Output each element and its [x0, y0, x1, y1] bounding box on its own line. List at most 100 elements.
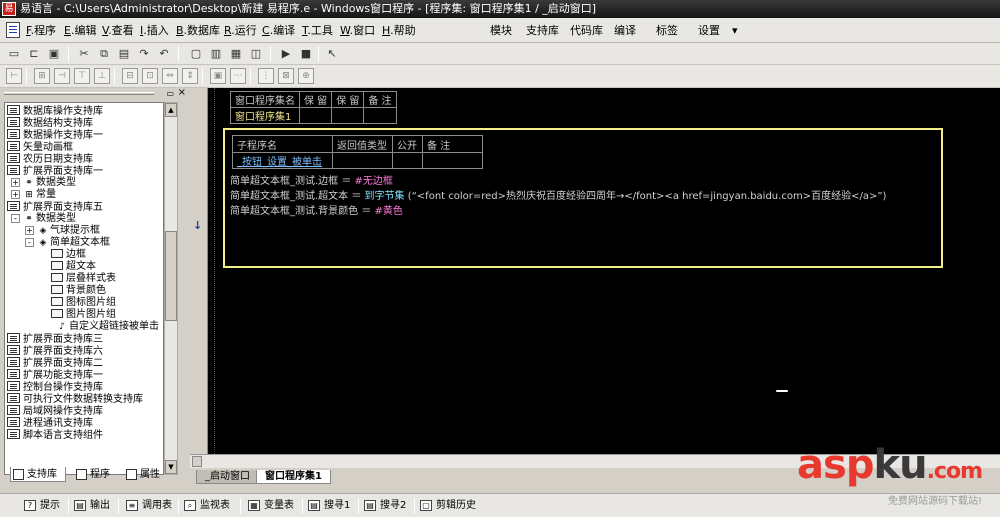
tree-item-ext-ui-6[interactable]: 扩展界面支持库六	[7, 345, 103, 357]
tree-item-event-link-click[interactable]: ♪ 自定义超链接被单击	[55, 321, 159, 333]
undo-icon[interactable]: ↶	[156, 46, 172, 62]
status-clip-history[interactable]: ▢ 剪辑历史	[420, 499, 476, 513]
panel-icon[interactable]: ▦	[228, 46, 244, 62]
cut-icon[interactable]: ✂	[76, 46, 92, 62]
align-center-icon[interactable]: ⊞	[34, 68, 50, 84]
assembly-remark-cell[interactable]	[363, 107, 397, 124]
tree-item-db-ops[interactable]: 数据库操作支持库	[7, 105, 103, 117]
sub-public-cell[interactable]	[392, 152, 423, 169]
sub-remark-cell[interactable]	[422, 152, 483, 169]
tree-item-simple-hypertext[interactable]: - ◈ 简单超文本框	[25, 237, 110, 249]
menu-program[interactable]: F.程序	[26, 23, 56, 39]
space-v-icon[interactable]: ⋮	[258, 68, 274, 84]
same-size-icon[interactable]: ▣	[210, 68, 226, 84]
status-search-1[interactable]: ▤ 搜寻1	[308, 499, 350, 513]
stop-icon[interactable]: ■	[298, 46, 314, 62]
menu-tools[interactable]: T.工具	[302, 23, 333, 39]
tree-item-script[interactable]: 脚本语言支持组件	[7, 429, 103, 441]
tab-support-lib[interactable]: 支持库	[10, 467, 66, 482]
code-line[interactable]: 简单超文本框_测试.边框 ＝ #无边框	[230, 175, 393, 188]
cursor-icon[interactable]: ↖	[324, 46, 340, 62]
menu-database[interactable]: B.数据库	[176, 23, 220, 39]
settings-dropdown-icon[interactable]: ▾	[732, 23, 738, 39]
same-width-icon[interactable]: ⇔	[162, 68, 178, 84]
tree-item-data-types-2[interactable]: - ⚭ 数据类型	[11, 213, 76, 225]
code-line[interactable]: 简单超文本框_测试.背景颜色 ＝ #黄色	[230, 205, 403, 218]
tree-item-exe-convert[interactable]: 可执行文件数据转换支持库	[7, 393, 143, 405]
status-tip[interactable]: ? 提示	[24, 499, 60, 513]
menu-compile[interactable]: C.编译	[262, 23, 295, 39]
status-search-2[interactable]: ▤ 搜寻2	[364, 499, 406, 513]
tree-item-ext-ui-1[interactable]: 扩展界面支持库一	[7, 165, 103, 177]
tree-item-data-types[interactable]: + ⚭ 数据类型	[11, 177, 76, 189]
scroll-up-icon[interactable]: ▲	[165, 103, 177, 117]
menu-window[interactable]: W.窗口	[340, 23, 375, 39]
menu-edit[interactable]: E.编辑	[64, 23, 96, 39]
tree-item-data-struct[interactable]: 数据结构支持库	[7, 117, 93, 129]
same-height-icon[interactable]: ⇕	[182, 68, 198, 84]
center-horizontal-icon[interactable]: ⊟	[122, 68, 138, 84]
tree-item-prop-image-group[interactable]: 图片图片组	[51, 309, 116, 321]
collapse-icon[interactable]: -	[25, 238, 34, 247]
pin-icon[interactable]: ▭	[166, 89, 174, 98]
window-icon[interactable]: ▢	[188, 46, 204, 62]
scroll-thumb[interactable]	[165, 231, 177, 321]
menu-support-lib[interactable]: 支持库	[526, 23, 559, 39]
tree-scrollbar[interactable]: ▲ ▼	[164, 102, 178, 475]
tree-item-ext-ui-3[interactable]: 扩展界面支持库三	[7, 333, 103, 345]
tab-properties[interactable]: 属性	[124, 467, 168, 482]
tree-item-prop-css[interactable]: 层叠样式表	[51, 273, 116, 285]
grid-icon[interactable]: ⊕	[298, 68, 314, 84]
tree-item-ext-ui-2[interactable]: 扩展界面支持库二	[7, 357, 103, 369]
tree-item-constants[interactable]: + ⊞ 常量	[11, 189, 56, 201]
menu-module[interactable]: 模块	[490, 23, 512, 39]
tab-program[interactable]: 程序	[74, 467, 118, 482]
subroutine-block[interactable]: 子程序名 返回值类型 公开 备 注 _按钮_设置_被单击 简单超文本框_测试.边…	[223, 128, 943, 268]
tree-item-prop-border[interactable]: 边框	[51, 249, 86, 261]
tree-item-lunar-date[interactable]: 农历日期支持库	[7, 153, 93, 165]
align-left-icon[interactable]: ⊢	[6, 68, 22, 84]
sub-name-cell[interactable]: _按钮_设置_被单击	[232, 152, 333, 169]
hscroll-thumb[interactable]	[192, 456, 202, 467]
status-call-table[interactable]: ≡ 调用表	[126, 499, 172, 513]
menu-tags[interactable]: 标签	[656, 23, 678, 39]
align-right-icon[interactable]: ⊣	[54, 68, 70, 84]
assembly-reserved-cell[interactable]	[331, 107, 365, 124]
tree-item-prop-icon-group[interactable]: 图标图片组	[51, 297, 116, 309]
menu-help[interactable]: H.帮助	[382, 23, 416, 39]
save-icon[interactable]: ▣	[46, 46, 62, 62]
tree-item-vector-anim[interactable]: 矢量动画框	[7, 141, 73, 153]
expand-icon[interactable]: +	[25, 226, 34, 235]
align-bottom-icon[interactable]: ⊥	[94, 68, 110, 84]
menu-view[interactable]: V.查看	[102, 23, 134, 39]
sub-return-cell[interactable]	[332, 152, 393, 169]
tree-item-balloon-tip[interactable]: + ◈ 气球提示框	[25, 225, 100, 237]
assembly-table[interactable]: 窗口程序集名 保 留 保 留 备 注 窗口程序集1	[230, 91, 397, 124]
copy-icon[interactable]: ⧉	[96, 46, 112, 62]
tree-item-ipc[interactable]: 进程通讯支持库	[7, 417, 93, 429]
collapse-icon[interactable]: -	[11, 214, 20, 223]
tab-window-assembly[interactable]: 窗口程序集1	[256, 470, 331, 484]
window-list-icon[interactable]: ◫	[248, 46, 264, 62]
assembly-name-cell[interactable]: 窗口程序集1	[230, 107, 300, 124]
document-icon[interactable]	[6, 22, 20, 38]
menu-run[interactable]: R.运行	[224, 23, 257, 39]
code-editor[interactable]: ↓ 窗口程序集名 保 留 保 留 备 注 窗口程序集1 子程序名 返回值类型 公…	[190, 88, 1000, 468]
tree-item-ext-ui-5[interactable]: 扩展界面支持库五	[7, 201, 103, 213]
align-top-icon[interactable]: ⊤	[74, 68, 90, 84]
expand-icon[interactable]: +	[11, 190, 20, 199]
status-output[interactable]: ▤ 输出	[74, 499, 110, 513]
status-var-table[interactable]: ▦ 变量表	[248, 499, 294, 513]
menu-settings[interactable]: 设置	[698, 23, 720, 39]
open-icon[interactable]: ⊏	[26, 46, 42, 62]
tree-item-console[interactable]: 控制台操作支持库	[7, 381, 103, 393]
status-watch-table[interactable]: ⌕ 监视表	[184, 499, 230, 513]
tab-startup-window[interactable]: _启动窗口	[196, 470, 259, 484]
redo-icon[interactable]: ↷	[136, 46, 152, 62]
tree-item-ext-func-1[interactable]: 扩展功能支持库一	[7, 369, 103, 381]
tree-item-lan[interactable]: 局域网操作支持库	[7, 405, 103, 417]
tree-item-prop-hypertext[interactable]: 超文本	[51, 261, 96, 273]
tree-item-data-ops-1[interactable]: 数据操作支持库一	[7, 129, 103, 141]
center-vertical-icon[interactable]: ⊡	[142, 68, 158, 84]
close-icon[interactable]: ×	[178, 87, 186, 98]
